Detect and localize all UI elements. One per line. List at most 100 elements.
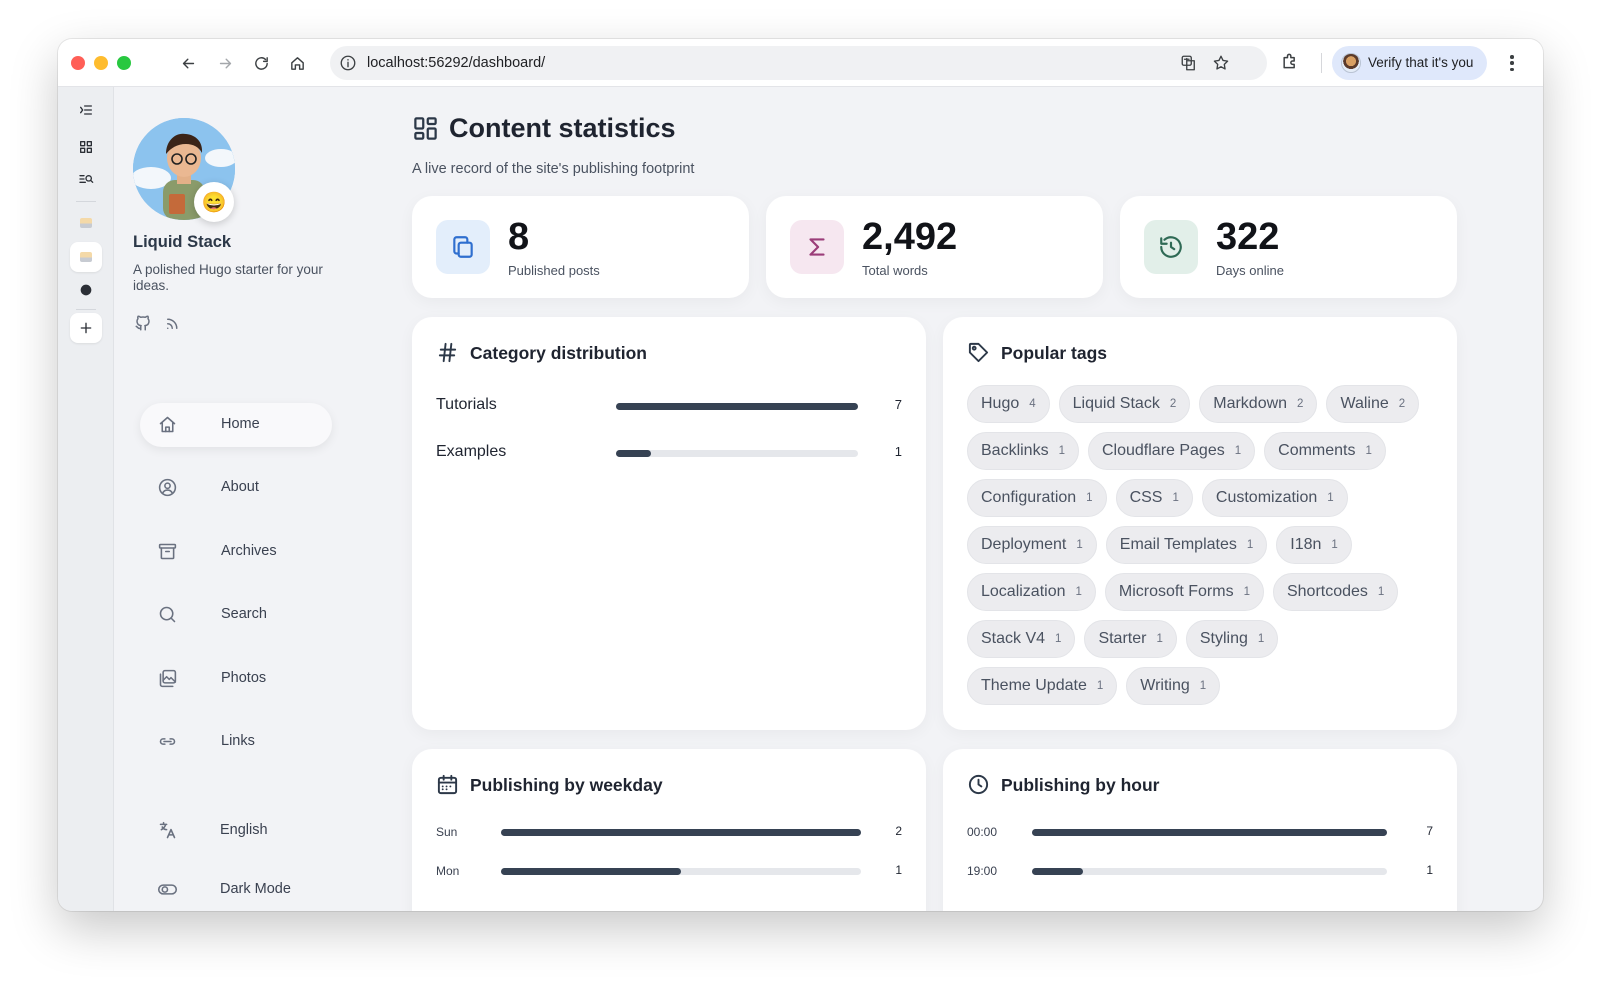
tag-chip[interactable]: Liquid Stack 2 <box>1058 385 1191 423</box>
toggle-icon <box>157 879 179 901</box>
active-tab-favicon[interactable] <box>70 242 102 272</box>
tag-count: 2 <box>1297 398 1304 410</box>
tag-chip[interactable]: Cloudflare Pages 1 <box>1087 432 1256 470</box>
tag-count: 1 <box>1257 633 1265 645</box>
tag-chip[interactable]: Styling 1 <box>1185 620 1279 658</box>
hour-label: 19:00 <box>967 864 998 878</box>
tab-search-icon[interactable] <box>70 164 102 194</box>
hour-count: 7 <box>1426 824 1433 838</box>
menu-label: Archives <box>221 543 277 559</box>
menu-item-home[interactable]: Home <box>140 403 332 447</box>
tag-chip[interactable]: Starter 1 <box>1084 620 1177 658</box>
menu-item-search[interactable]: Search <box>140 593 332 637</box>
tag-count: 1 <box>1096 680 1104 692</box>
collapse-tabs-icon[interactable] <box>70 95 102 125</box>
weekday-card: Publishing by weekday Sun 2 Mon 1 <box>412 749 926 911</box>
tag-chip[interactable]: Configuration 1 <box>967 479 1107 517</box>
hour-bar <box>1032 829 1387 836</box>
category-bar <box>616 450 651 457</box>
tag-chip[interactable]: Theme Update 1 <box>967 667 1118 705</box>
menu-item-archives[interactable]: Archives <box>140 530 332 574</box>
bookmark-star-icon[interactable] <box>1212 54 1230 72</box>
category-label: Tutorials <box>436 396 497 413</box>
back-icon[interactable] <box>176 51 200 75</box>
url-text[interactable]: localhost:56292/dashboard/ <box>367 55 545 71</box>
menu-item-links[interactable]: Links <box>140 720 332 764</box>
calendar-icon <box>436 773 460 797</box>
category-count: 7 <box>894 397 902 412</box>
zoom-window-button[interactable] <box>117 56 131 70</box>
address-bar[interactable]: localhost:56292/dashboard/ <box>330 46 1267 80</box>
profile-verify-button[interactable]: Verify that it's you <box>1332 46 1488 80</box>
profile-avatar <box>1341 53 1361 73</box>
tag-name: Markdown <box>1213 395 1288 412</box>
hour-card: Publishing by hour 00:00 7 19:00 1 <box>943 749 1457 911</box>
menu-label: Links <box>221 733 255 749</box>
menu-label: Search <box>221 606 267 622</box>
tag-chip[interactable]: Stack V4 1 <box>967 620 1076 658</box>
tag-chip[interactable]: Customization 1 <box>1201 479 1348 517</box>
category-row[interactable]: Examples 1 <box>436 442 902 464</box>
tag-name: Writing <box>1140 677 1190 694</box>
tag-chip[interactable]: CSS 1 <box>1115 479 1193 517</box>
dashboard-icon <box>412 115 440 143</box>
tag-chip[interactable]: Shortcodes 1 <box>1272 573 1399 611</box>
tag-chip[interactable]: Email Templates 1 <box>1105 526 1268 564</box>
minimize-window-button[interactable] <box>94 56 108 70</box>
forward-icon[interactable] <box>213 51 237 75</box>
main-content: Content statistics A live record of the … <box>399 87 1543 911</box>
dark-mode-toggle[interactable]: Dark Mode <box>140 868 332 911</box>
tag-chip[interactable]: Hugo 4 <box>967 385 1050 423</box>
tag-chip[interactable]: Deployment 1 <box>967 526 1097 564</box>
new-tab-icon[interactable] <box>70 313 102 343</box>
menu-label: Photos <box>221 670 267 686</box>
tag-count: 1 <box>1055 633 1062 645</box>
tag-chip[interactable]: Comments 1 <box>1264 432 1386 470</box>
copy-icon <box>436 220 490 274</box>
github-icon[interactable] <box>134 314 154 334</box>
tag-chip[interactable]: Writing 1 <box>1126 667 1221 705</box>
tag-count: 2 <box>1169 398 1177 410</box>
tag-count: 1 <box>1075 586 1082 598</box>
tag-chip[interactable]: Microsoft Forms 1 <box>1104 573 1264 611</box>
history-icon <box>1144 220 1198 274</box>
tag-chip[interactable]: Localization 1 <box>967 573 1096 611</box>
sigma-icon <box>790 220 844 274</box>
card-title: Publishing by hour <box>1001 775 1160 795</box>
tag-chip[interactable]: Markdown 2 <box>1199 385 1318 423</box>
tab-grid-icon[interactable] <box>70 132 102 162</box>
home-browser-icon[interactable] <box>285 51 309 75</box>
tag-count: 1 <box>1246 539 1254 551</box>
tag-name: Configuration <box>981 489 1077 506</box>
menu-item-about[interactable]: About <box>140 466 332 510</box>
translate-icon[interactable] <box>1180 54 1198 72</box>
site-title[interactable]: Liquid Stack <box>133 233 231 252</box>
rss-icon[interactable] <box>164 314 184 334</box>
weekday-row[interactable]: Sun 2 <box>436 821 902 843</box>
site-sidebar: 😄 Liquid Stack A polished Hugo starter f… <box>114 87 399 911</box>
browser-menu-icon[interactable] <box>1502 53 1522 73</box>
menu-label: About <box>221 479 259 495</box>
tag-chip[interactable]: Backlinks 1 <box>967 432 1079 470</box>
weekday-row[interactable]: Mon 1 <box>436 860 902 882</box>
menu-item-photos[interactable]: Photos <box>140 657 332 701</box>
site-info-icon[interactable] <box>339 54 357 72</box>
language-switcher[interactable]: English <box>140 809 332 853</box>
page-title: Content statistics <box>449 113 676 143</box>
hour-row[interactable]: 19:00 1 <box>967 860 1433 882</box>
tag-name: Shortcodes <box>1286 583 1368 600</box>
menu-label: English <box>220 822 268 838</box>
tag-chip[interactable]: Waline 2 <box>1326 385 1420 423</box>
category-row[interactable]: Tutorials 7 <box>436 395 902 417</box>
extensions-icon[interactable] <box>1280 51 1304 75</box>
stat-label: Total words <box>862 263 928 278</box>
tag-chip[interactable]: I18n 1 <box>1276 526 1352 564</box>
status-emoji-badge: 😄 <box>194 182 234 222</box>
globe-tab-icon[interactable] <box>70 275 102 305</box>
tag-name: Styling <box>1199 630 1248 647</box>
tag-icon <box>967 341 991 365</box>
close-window-button[interactable] <box>71 56 85 70</box>
tab-favicon[interactable] <box>70 208 102 238</box>
hour-row[interactable]: 00:00 7 <box>967 821 1433 843</box>
reload-icon[interactable] <box>249 51 273 75</box>
